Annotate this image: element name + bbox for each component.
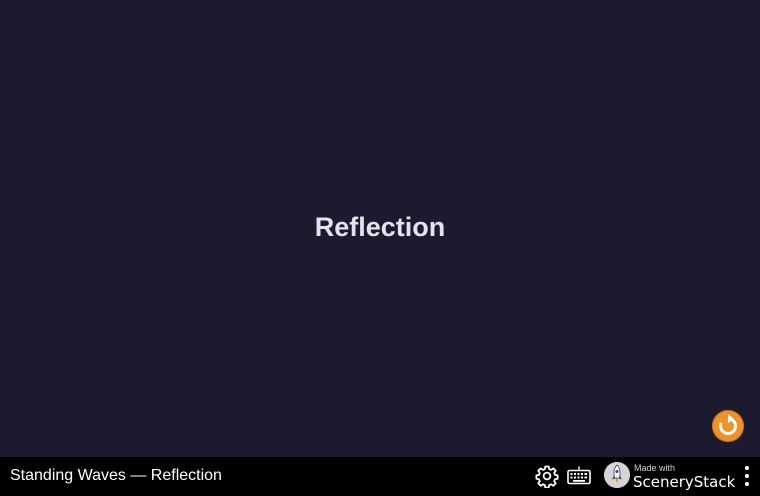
- reset-arrow-icon: [719, 414, 737, 435]
- rocket-logo-icon: [604, 462, 630, 488]
- screen-title: Reflection: [314, 212, 446, 242]
- brand-made-with-label: Made with: [634, 463, 676, 473]
- brand-name-label: SceneryStack: [633, 473, 736, 491]
- keyboard-icon: [567, 466, 591, 485]
- scenerystack-brand-button[interactable]: Made with SceneryStack: [604, 462, 740, 492]
- sim-title: Standing Waves — Reflection: [10, 467, 222, 484]
- options-menu-button[interactable]: [741, 466, 753, 488]
- settings-button[interactable]: [535, 464, 559, 489]
- reset-all-button[interactable]: [712, 410, 744, 442]
- gear-icon: [535, 465, 559, 489]
- play-area: Reflection: [0, 0, 760, 457]
- navigation-bar: Standing Waves — Reflection Made with Sc…: [0, 457, 760, 496]
- keyboard-shortcuts-button[interactable]: [566, 464, 592, 488]
